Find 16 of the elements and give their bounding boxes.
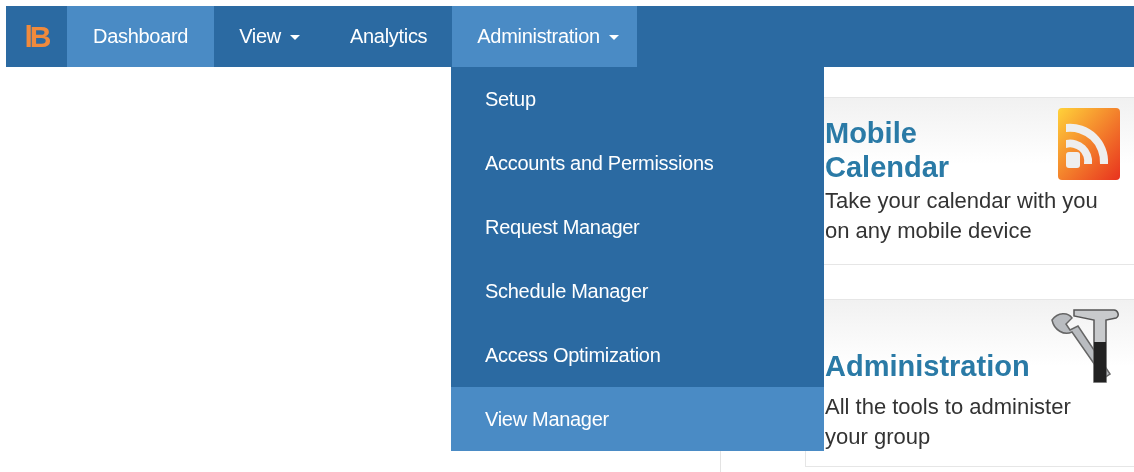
card-title[interactable]: Administration [825,313,1030,383]
caret-icon [608,35,619,40]
menu-item[interactable]: Access Optimization [451,323,824,387]
card-description: All the tools to administer your group [825,393,1072,451]
menu-item[interactable]: View Manager [451,387,824,451]
nav-tab[interactable]: View [214,6,325,67]
card-description: Take your calendar with you on any mobile device [825,187,1099,245]
menu-item[interactable]: Schedule Manager [451,259,824,323]
nav-tab[interactable]: Analytics [324,6,453,67]
menu-item[interactable]: Setup [451,67,824,131]
menu-item[interactable]: Request Manager [451,195,824,259]
card-title[interactable]: Mobile Calendar [825,104,1015,184]
nav-tab[interactable]: Administration [452,6,637,67]
caret-icon [289,35,300,40]
nav-tab[interactable]: Dashboard [67,6,215,67]
menu-item[interactable]: Accounts and Permissions [451,131,824,195]
